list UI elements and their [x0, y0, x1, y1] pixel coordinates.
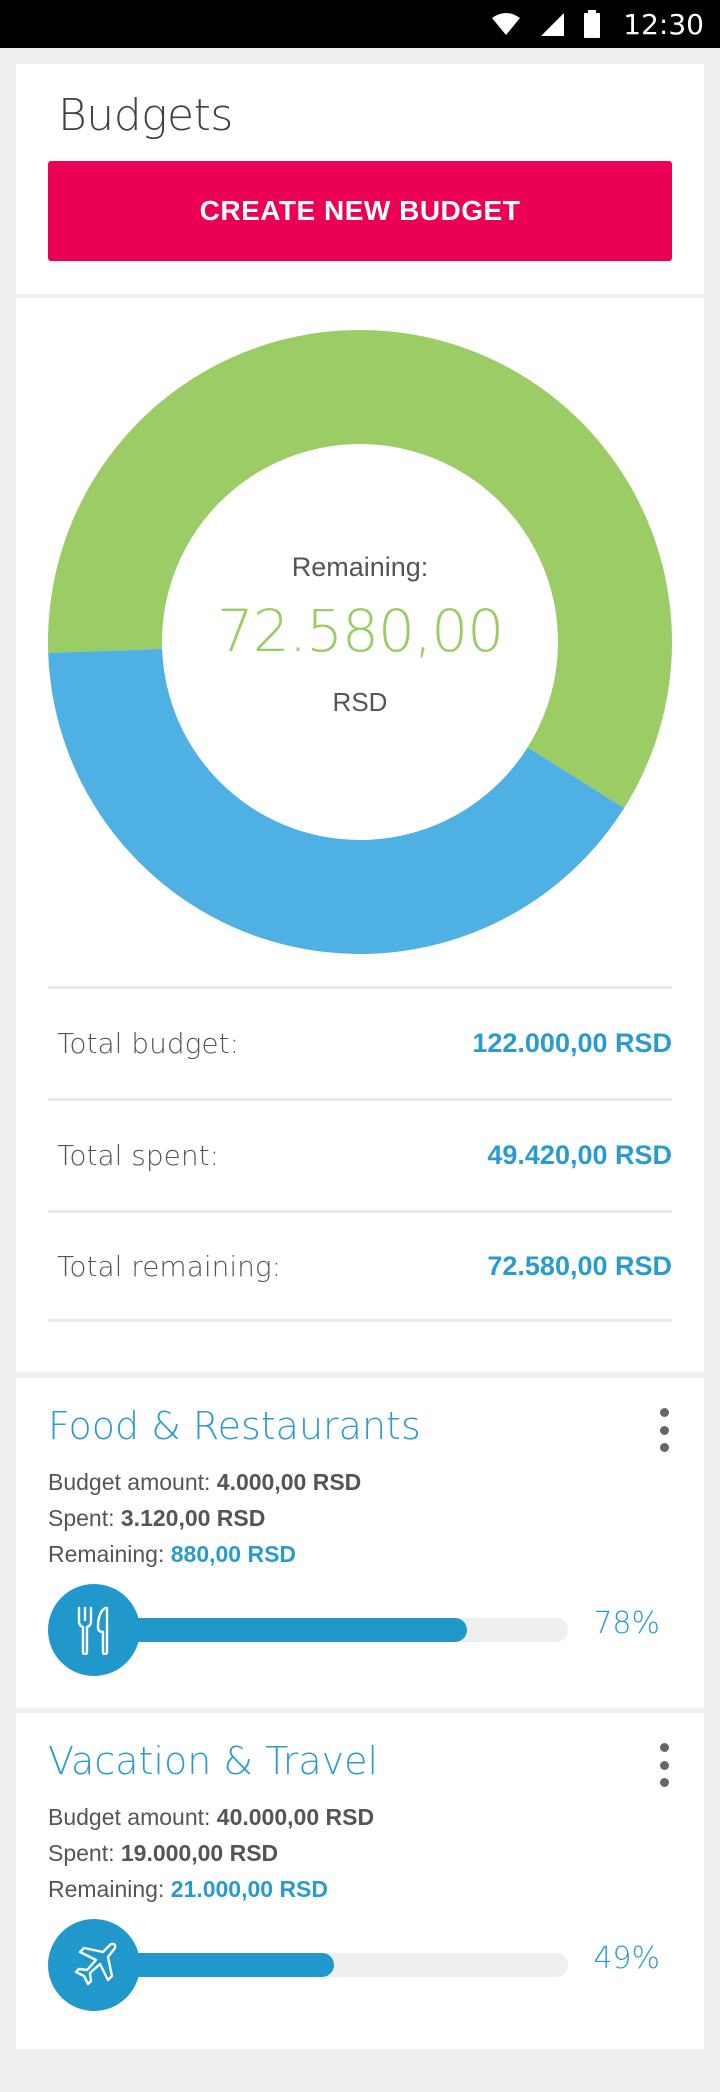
spent-line: Spent: 19.000,00 RSD: [48, 1835, 374, 1871]
budget-progress: 49%: [48, 1919, 688, 2011]
status-time: 12:30: [623, 7, 704, 41]
total-row-remaining: Total remaining: 72.580,00 RSD: [48, 1210, 672, 1322]
budget-amount-label: Budget amount:: [48, 1804, 211, 1830]
budget-amount-line: Budget amount: 40.000,00 RSD: [48, 1799, 374, 1835]
summary-card: Remaining: 72.580,00 RSD Total budget: 1…: [16, 298, 704, 1372]
spent-label: Spent:: [48, 1505, 115, 1531]
budget-amount-line: Budget amount: 4.000,00 RSD: [48, 1464, 361, 1500]
page-title: Budgets: [58, 90, 233, 141]
spent-label: Spent:: [48, 1840, 115, 1866]
remaining-value: 72.580,00: [216, 597, 504, 665]
airplane-icon: [48, 1919, 140, 2011]
budget-amount-label: Budget amount:: [48, 1469, 211, 1495]
status-bar: 12:30: [0, 0, 720, 48]
total-label: Total spent:: [57, 1139, 220, 1172]
budget-details: Budget amount: 4.000,00 RSD Spent: 3.120…: [48, 1464, 361, 1572]
signal-icon: [541, 13, 565, 36]
create-new-budget-button[interactable]: CREATE NEW BUDGET: [48, 161, 672, 261]
progress-fill: [110, 1953, 335, 1977]
progress-track: [110, 1953, 568, 1977]
remaining-value: 880,00 RSD: [170, 1541, 297, 1567]
total-value: 122.000,00 RSD: [472, 1028, 672, 1058]
budget-title[interactable]: Vacation & Travel: [48, 1739, 378, 1783]
remaining-line: Remaining: 21.000,00 RSD: [48, 1871, 374, 1907]
donut-center: Remaining: 72.580,00 RSD: [48, 330, 672, 954]
budget-amount-value: 40.000,00 RSD: [216, 1804, 375, 1830]
remaining-label: Remaining:: [48, 1876, 165, 1902]
remaining-unit: RSD: [332, 687, 388, 717]
budget-card-food[interactable]: Food & Restaurants Budget amount: 4.000,…: [16, 1378, 704, 1708]
budget-details: Budget amount: 40.000,00 RSD Spent: 19.0…: [48, 1799, 374, 1907]
total-label: Total remaining:: [57, 1249, 282, 1283]
budget-title[interactable]: Food & Restaurants: [48, 1404, 421, 1448]
header-card: Budgets CREATE NEW BUDGET: [16, 64, 704, 294]
budget-amount-value: 4.000,00 RSD: [216, 1469, 362, 1495]
budget-progress: 78%: [48, 1584, 688, 1676]
battery-icon: [584, 10, 601, 38]
budget-card-travel[interactable]: Vacation & Travel Budget amount: 40.000,…: [16, 1713, 704, 2049]
progress-percent: 78%: [593, 1606, 660, 1641]
total-row-budget: Total budget: 122.000,00 RSD: [48, 986, 672, 1098]
total-value: 72.580,00 RSD: [487, 1250, 672, 1281]
total-row-spent: Total spent: 49.420,00 RSD: [48, 1098, 672, 1210]
progress-fill: [110, 1618, 468, 1642]
spent-line: Spent: 3.120,00 RSD: [48, 1500, 361, 1536]
total-label: Total budget:: [57, 1027, 240, 1060]
more-options-icon[interactable]: [654, 1743, 674, 1787]
totals-list: Total budget: 122.000,00 RSD Total spent…: [48, 986, 672, 1322]
donut-chart: Remaining: 72.580,00 RSD: [48, 329, 673, 954]
remaining-label: Remaining:: [48, 1541, 165, 1567]
fork-knife-icon: [48, 1584, 140, 1676]
progress-percent: 49%: [593, 1941, 660, 1976]
more-options-icon[interactable]: [654, 1408, 674, 1452]
progress-track: [110, 1618, 568, 1642]
remaining-line: Remaining: 880,00 RSD: [48, 1536, 361, 1572]
spent-value: 3.120,00 RSD: [120, 1505, 266, 1531]
remaining-label: Remaining:: [291, 552, 429, 582]
remaining-value: 21.000,00 RSD: [170, 1876, 329, 1902]
wifi-icon: [492, 13, 521, 35]
spent-value: 19.000,00 RSD: [120, 1840, 279, 1866]
total-value: 49.420,00 RSD: [487, 1140, 672, 1170]
